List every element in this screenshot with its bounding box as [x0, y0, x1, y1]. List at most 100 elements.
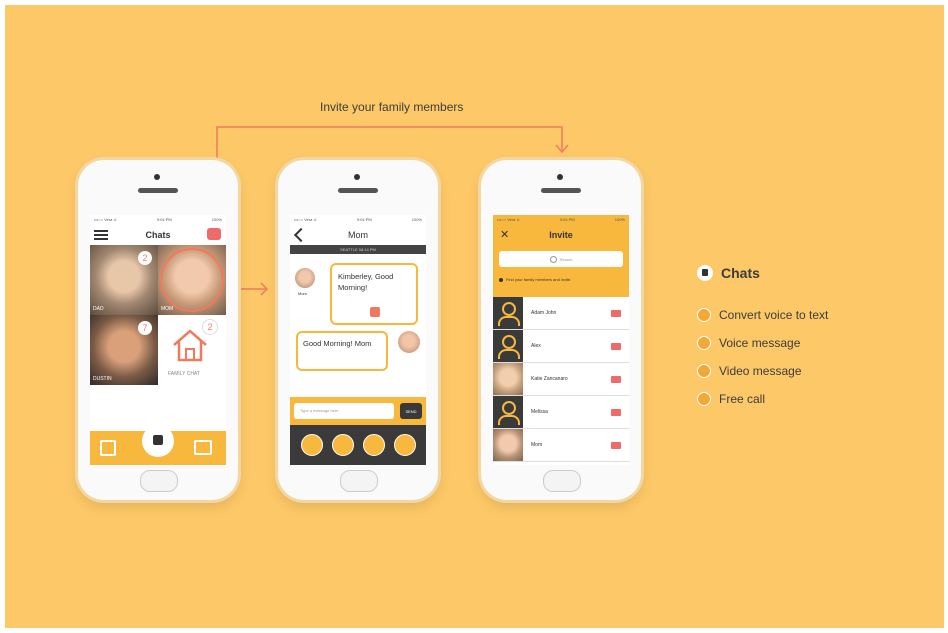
contact-name: Adam John	[531, 310, 557, 316]
status-carrier: •••○○ Vera ≎	[94, 217, 117, 222]
highlight-ring	[160, 248, 224, 312]
contact-name: Mom	[531, 442, 543, 448]
speaker-grille	[138, 188, 178, 193]
home-button[interactable]	[543, 470, 581, 492]
tile-label: DUSTIN	[93, 376, 112, 382]
search-placeholder: Search	[559, 256, 573, 262]
phone-invite: •••○○ Vera ≎ 9:04 PM 100% ✕ Invite Searc…	[481, 160, 641, 500]
invite-envelope-icon[interactable]	[207, 228, 221, 240]
hint-text: Find your family members and invite.	[506, 277, 572, 282]
chat-tile-dustin[interactable]: 7 DUSTIN	[90, 315, 158, 385]
chat-tile-dad[interactable]: 2 DAD	[90, 245, 158, 315]
legend-item: Video message	[697, 357, 828, 385]
invite-mail-icon[interactable]	[611, 441, 621, 449]
contact-name: Katie Zancanaro	[531, 376, 568, 382]
status-bar: •••○○ Vera ≎ 9:04 PM 100%	[493, 215, 629, 225]
contact-row[interactable]: Mom	[493, 429, 629, 462]
invite-hint: Find your family members and invite.	[499, 277, 571, 282]
gallery-icon[interactable]	[194, 440, 212, 455]
voice-to-text-icon[interactable]	[300, 434, 323, 456]
front-camera	[354, 174, 360, 180]
person-placeholder-icon	[493, 297, 523, 329]
canvas: Invite your family members •••○○ Vera ≎ …	[5, 5, 944, 628]
invite-title: Invite	[549, 230, 573, 240]
legend-label: Convert voice to text	[719, 308, 829, 322]
contact-photo	[493, 429, 523, 461]
chat-bubble-icon	[697, 265, 713, 281]
invite-header: •••○○ Vera ≎ 9:04 PM 100% ✕ Invite Searc…	[493, 215, 629, 297]
phone-icon[interactable]	[393, 434, 416, 456]
outgoing-bubble: Good Morning! Mom	[296, 331, 388, 371]
legend-label: Video message	[719, 364, 802, 378]
contact-row[interactable]: Adam John	[493, 297, 629, 330]
phone-icon	[697, 392, 711, 406]
person-placeholder-icon	[493, 330, 523, 362]
feature-legend: Chats Convert voice to text Voice messag…	[697, 265, 828, 413]
status-battery: 100%	[411, 217, 422, 222]
invite-mail-icon[interactable]	[611, 309, 621, 317]
home-button[interactable]	[340, 470, 378, 492]
unread-badge: 7	[138, 321, 152, 335]
contact-row[interactable]: Katie Zancanaro	[493, 363, 629, 396]
contact-photo	[493, 363, 523, 395]
invite-mail-icon[interactable]	[611, 342, 621, 350]
unread-badge: 2	[138, 251, 152, 265]
speaker-grille	[338, 188, 378, 193]
chat-tile-family[interactable]: 2 FAMILY CHAT	[158, 315, 226, 385]
legend-item: Voice message	[697, 329, 828, 357]
search-input[interactable]: Search	[499, 251, 623, 267]
media-toolbar	[290, 425, 426, 465]
tile-label: MOM	[161, 306, 174, 312]
calendar-icon[interactable]	[100, 440, 116, 456]
conversation-title: Mom	[348, 230, 368, 240]
hamburger-menu-icon[interactable]	[94, 230, 108, 240]
phone-conversation: •••○○ Vera ≎ 9:04 PM 100% Mom SEATTLE 08…	[278, 160, 438, 500]
send-button[interactable]: SEND	[400, 403, 422, 419]
microphone-icon	[697, 336, 711, 350]
chat-bubble-icon[interactable]	[142, 425, 174, 457]
video-camera-icon[interactable]	[362, 434, 385, 456]
video-camera-icon	[697, 364, 711, 378]
message-input[interactable]: Type a message here	[294, 403, 394, 419]
chat-tile-mom[interactable]: MOM	[158, 245, 226, 315]
speaker-grille	[541, 188, 581, 193]
conversation-screen: •••○○ Vera ≎ 9:04 PM 100% Mom SEATTLE 08…	[290, 215, 426, 465]
input-bar: Type a message here SEND	[290, 397, 426, 425]
microphone-icon[interactable]	[331, 434, 354, 456]
location-time: SEATTLE 08:14 PM	[340, 247, 376, 252]
send-label: SEND	[405, 408, 417, 414]
voice-to-text-icon	[697, 308, 711, 322]
status-time: 9:04 PM	[356, 217, 372, 222]
back-chevron-icon[interactable]	[293, 227, 309, 243]
status-bar: •••○○ Vera ≎ 9:04 PM 100%	[290, 215, 426, 225]
tile-label: DAD	[93, 306, 104, 312]
contact-row[interactable]: Alex	[493, 330, 629, 363]
close-icon[interactable]: ✕	[500, 228, 509, 241]
kimberley-avatar	[398, 331, 420, 353]
chats-bottom-bar	[90, 425, 226, 465]
status-battery: 100%	[614, 217, 625, 222]
contact-row[interactable]: Melissa	[493, 396, 629, 429]
status-time: 9:04 PM	[559, 217, 575, 222]
invite-mail-icon[interactable]	[611, 375, 621, 383]
invite-navbar: ✕ Invite	[493, 225, 629, 245]
legend-item: Convert voice to text	[697, 301, 828, 329]
invite-mail-icon[interactable]	[611, 408, 621, 416]
speaker-playback-icon[interactable]	[370, 307, 380, 317]
contact-name: Melissa	[531, 409, 548, 415]
front-camera	[154, 174, 160, 180]
invite-screen: •••○○ Vera ≎ 9:04 PM 100% ✕ Invite Searc…	[493, 215, 629, 465]
chats-screen: •••○○ Vera ≎ 9:04 PM 100% Chats 2 DAD MO…	[90, 215, 226, 465]
tile-label: FAMILY CHAT	[168, 371, 200, 377]
home-button[interactable]	[140, 470, 178, 492]
mom-avatar	[294, 267, 316, 289]
legend-title: Chats	[697, 265, 828, 281]
info-dot-icon	[499, 277, 503, 282]
legend-title-text: Chats	[721, 265, 760, 281]
status-time: 9:04 PM	[156, 217, 172, 222]
person-placeholder-icon	[493, 396, 523, 428]
search-icon	[549, 255, 557, 263]
status-battery: 100%	[211, 217, 222, 222]
unread-badge: 2	[202, 319, 218, 335]
chats-title: Chats	[145, 230, 171, 240]
